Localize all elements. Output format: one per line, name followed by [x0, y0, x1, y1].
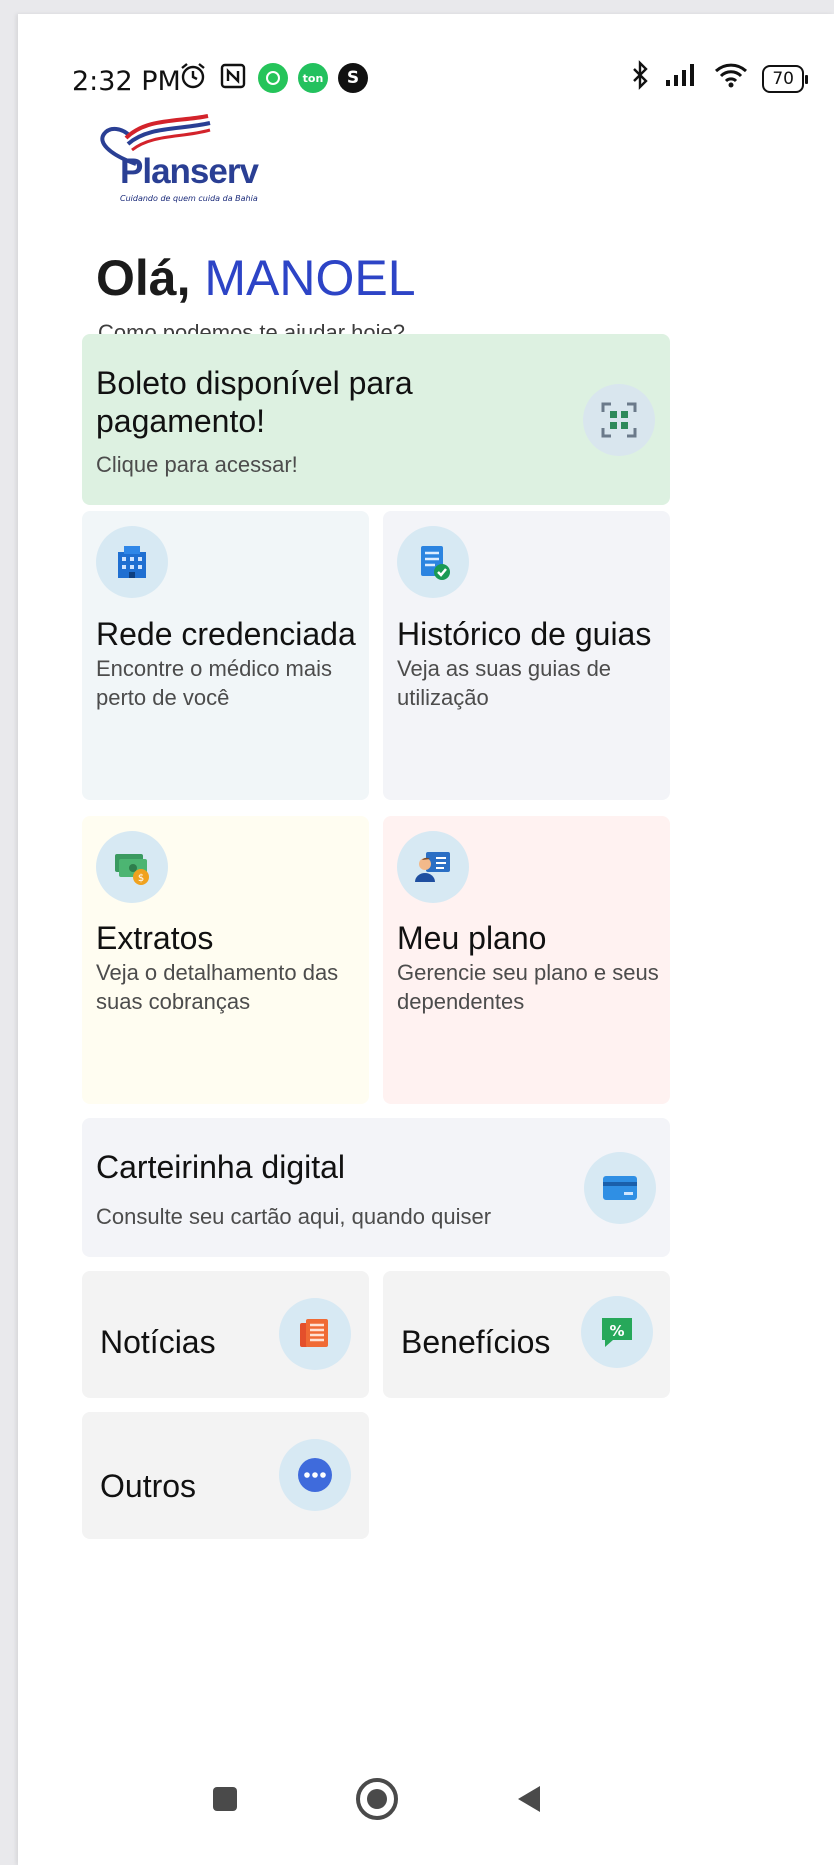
- logo-tagline: Cuidando de quem cuida da Bahia: [120, 194, 258, 203]
- beneficios-title: Benefícios: [401, 1324, 551, 1360]
- newspaper-icon: [279, 1298, 351, 1370]
- boleto-title: Boleto disponível para pagamento!: [96, 365, 413, 439]
- carteirinha-subtitle: Consulte seu cartão aqui, quando quiser: [96, 1204, 492, 1229]
- qr-scan-icon: [583, 384, 655, 456]
- boleto-subtitle: Clique para acessar!: [96, 452, 298, 477]
- svg-text:%: %: [609, 1322, 624, 1340]
- historico-title: Histórico de guias: [397, 616, 652, 652]
- wifi-icon: [714, 61, 748, 96]
- historico-guias-card[interactable]: Histórico de guias Veja as suas guias de…: [383, 511, 670, 800]
- carteirinha-title: Carteirinha digital: [96, 1149, 346, 1185]
- boleto-card[interactable]: Boleto disponível para pagamento! Clique…: [82, 334, 670, 505]
- logo-wordmark: Planserv: [120, 152, 259, 191]
- ton-icon: ton: [298, 63, 328, 93]
- status-bar: 2:32 PM ton S 70: [18, 14, 834, 124]
- money-icon: $: [96, 831, 168, 903]
- bluetooth-icon: [630, 60, 650, 97]
- meu-plano-desc: Gerencie seu plano e seus dependentes: [397, 960, 659, 1014]
- extratos-card[interactable]: $ Extratos Veja o detalhamento das suas …: [82, 816, 369, 1104]
- user-name: MANOEL: [204, 250, 416, 306]
- outros-card[interactable]: Outros: [82, 1412, 369, 1539]
- credit-card-icon: [584, 1152, 656, 1224]
- battery-indicator: 70: [762, 64, 808, 93]
- beneficios-card[interactable]: Benefícios %: [383, 1271, 670, 1398]
- outros-title: Outros: [100, 1468, 197, 1504]
- recent-apps-button[interactable]: [198, 1772, 252, 1826]
- noticias-title: Notícias: [100, 1324, 216, 1360]
- extratos-desc: Veja o detalhamento das suas cobranças: [96, 960, 339, 1014]
- historico-desc: Veja as suas guias de utilização: [397, 656, 612, 710]
- meu-plano-title: Meu plano: [397, 920, 547, 956]
- s-app-icon: S: [338, 63, 368, 93]
- noticias-card[interactable]: Notícias: [82, 1271, 369, 1398]
- planserv-logo: Planserv Cuidando de quem cuida da Bahia: [98, 114, 259, 214]
- person-card-icon: [397, 831, 469, 903]
- system-icons: 70: [630, 60, 808, 97]
- rede-title: Rede credenciada: [96, 616, 356, 652]
- back-button[interactable]: [503, 1772, 557, 1826]
- svg-text:$: $: [138, 873, 144, 884]
- percent-tag-icon: %: [581, 1296, 653, 1368]
- rede-desc: Encontre o médico mais perto de você: [96, 656, 332, 710]
- building-icon: [96, 526, 168, 598]
- document-check-icon: [397, 526, 469, 598]
- meu-plano-card[interactable]: Meu plano Gerencie seu plano e seus depe…: [383, 816, 670, 1104]
- system-navigation-bar: [18, 1730, 834, 1865]
- app-screen: 2:32 PM ton S 70 Planserv Cuidando de qu…: [18, 14, 834, 1865]
- extratos-title: Extratos: [96, 920, 214, 956]
- status-time: 2:32 PM: [72, 66, 181, 97]
- home-button[interactable]: [350, 1772, 404, 1826]
- greeting-hello: Olá,: [96, 250, 205, 306]
- greeting-title: Olá, MANOEL: [96, 249, 416, 307]
- carteirinha-card[interactable]: Carteirinha digital Consulte seu cartão …: [82, 1118, 670, 1257]
- more-dots-icon: [279, 1439, 351, 1511]
- signal-icon: [664, 62, 700, 95]
- nfc-icon: [218, 61, 248, 95]
- notification-icons: ton S: [178, 61, 368, 95]
- whatsapp-icon: [258, 63, 288, 93]
- rede-credenciada-card[interactable]: Rede credenciada Encontre o médico mais …: [82, 511, 369, 800]
- alarm-icon: [178, 61, 208, 95]
